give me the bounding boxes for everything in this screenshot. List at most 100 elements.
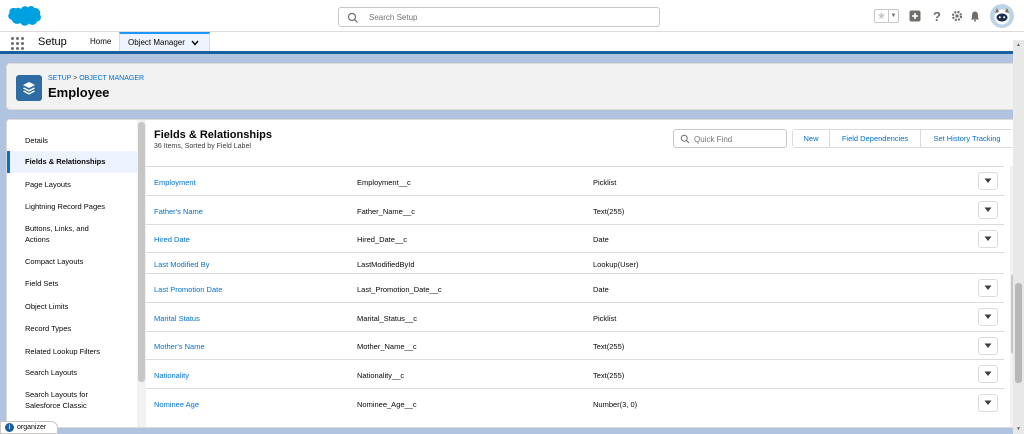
page-scrollbar-thumb[interactable]	[1015, 283, 1022, 383]
help-icon[interactable]: ?	[930, 9, 944, 24]
organizer-extension-tab[interactable]: i organizer	[0, 421, 58, 434]
field-label-link[interactable]: Last Modified By	[154, 260, 209, 269]
sidebar-item-lightning-record-pages[interactable]: Lightning Record Pages	[7, 201, 137, 212]
row-actions-dropdown-button[interactable]	[978, 365, 998, 383]
page-title: Employee	[48, 85, 110, 100]
chevron-down-icon	[984, 285, 992, 290]
field-api-name: Nationality__c	[357, 371, 405, 380]
search-setup-input[interactable]	[369, 11, 649, 24]
field-api-name: Mother_Name__c	[357, 342, 417, 351]
table-row: Hired Date Hired_Date__c Date	[146, 224, 1004, 252]
tab-object-manager-label: Object Manager	[128, 38, 185, 47]
main-panel: Details Fields & Relationships Page Layo…	[6, 119, 1019, 428]
row-actions-dropdown-button[interactable]	[978, 308, 998, 326]
star-icon[interactable]: ★	[875, 10, 888, 22]
scroll-up-arrow-icon[interactable]: ▲	[1015, 42, 1022, 48]
global-header: ★ ▼ ?	[0, 0, 1024, 32]
organizer-label: organizer	[17, 424, 47, 431]
field-label-link[interactable]: Last Promotion Date	[154, 285, 222, 294]
section-subtitle: 36 Items, Sorted by Field Label	[154, 143, 251, 150]
chevron-down-icon	[984, 371, 992, 376]
organizer-logo-icon: i	[5, 423, 14, 432]
chevron-down-icon[interactable]: ▼	[888, 10, 898, 22]
sidebar-item-related-lookup-filters[interactable]: Related Lookup Filters	[7, 346, 137, 357]
field-label-link[interactable]: Father's Name	[154, 207, 203, 216]
field-data-type: Picklist	[593, 314, 617, 323]
nav-bar: Setup Home Object Manager	[0, 32, 1024, 54]
object-header: SETUP > OBJECT MANAGER Employee	[6, 63, 1019, 110]
object-sidebar: Details Fields & Relationships Page Layo…	[7, 120, 137, 427]
search-setup-field[interactable]	[338, 7, 660, 27]
field-data-type: Picklist	[593, 178, 617, 187]
add-icon[interactable]	[908, 9, 922, 23]
row-actions-dropdown-button[interactable]	[978, 337, 998, 355]
table-row: Employment Employment__c Picklist	[146, 166, 1004, 195]
sidebar-item-record-types[interactable]: Record Types	[7, 323, 137, 334]
app-launcher-icon[interactable]	[11, 37, 24, 50]
fields-button-group: New Field Dependencies Set History Track…	[792, 129, 1014, 148]
search-icon	[347, 12, 358, 23]
sidebar-item-search-layouts-classic[interactable]: Search Layouts for Salesforce Classic	[7, 389, 117, 411]
app-name: Setup	[38, 36, 67, 48]
chevron-down-icon	[984, 400, 992, 405]
sidebar-item-field-sets[interactable]: Field Sets	[7, 278, 137, 289]
row-actions-dropdown-button[interactable]	[978, 279, 998, 297]
field-api-name: Last_Promotion_Date__c	[357, 285, 442, 294]
field-data-type: Number(3, 0)	[593, 400, 638, 409]
salesforce-logo-icon[interactable]	[6, 4, 42, 29]
field-label-link[interactable]: Mother's Name	[154, 342, 205, 351]
field-api-name: Nominee_Age__c	[357, 400, 417, 409]
field-data-type: Date	[593, 235, 609, 244]
tab-object-manager[interactable]: Object Manager	[119, 32, 210, 51]
table-row: Father's Name Father_Name__c Text(255)	[146, 195, 1004, 224]
chevron-down-icon	[984, 314, 992, 319]
scroll-down-arrow-icon[interactable]: ▼	[1015, 426, 1022, 432]
field-api-name: Hired_Date__c	[357, 235, 408, 244]
field-api-name: Employment__c	[357, 178, 411, 187]
field-label-link[interactable]: Hired Date	[154, 235, 190, 244]
favorites-group[interactable]: ★ ▼	[874, 9, 899, 23]
quick-find-field[interactable]	[673, 129, 787, 148]
breadcrumb-setup-link[interactable]: SETUP	[48, 75, 71, 82]
row-actions-dropdown-button[interactable]	[978, 394, 998, 412]
sidebar-item-buttons-links-actions[interactable]: Buttons, Links, and Actions	[7, 223, 107, 245]
fields-content: Fields & Relationships 36 Items, Sorted …	[146, 120, 1014, 427]
table-row: Last Promotion Date Last_Promotion_Date__…	[146, 273, 1004, 302]
tab-home[interactable]: Home	[82, 32, 119, 51]
chevron-down-icon	[984, 207, 992, 212]
gear-icon[interactable]	[950, 9, 964, 23]
field-label-link[interactable]: Marital Status	[154, 314, 200, 323]
row-actions-dropdown-button[interactable]	[978, 201, 998, 219]
chevron-down-icon[interactable]	[191, 40, 199, 46]
sidebar-item-fields-relationships[interactable]: Fields & Relationships	[7, 151, 137, 173]
table-row: Marital Status Marital_Status__c Picklist	[146, 302, 1004, 331]
sidebar-item-compact-layouts[interactable]: Compact Layouts	[7, 256, 137, 267]
new-button[interactable]: New	[793, 130, 830, 147]
row-actions-dropdown-button[interactable]	[978, 172, 998, 190]
page-scrollbar[interactable]: ▲ ▼	[1013, 40, 1024, 434]
bell-icon[interactable]	[968, 9, 982, 23]
field-data-type: Text(255)	[593, 371, 625, 380]
row-actions-dropdown-button[interactable]	[978, 230, 998, 248]
field-label-link[interactable]: Employment	[154, 178, 196, 187]
field-label-link[interactable]: Nominee Age	[154, 400, 199, 409]
sidebar-item-page-layouts[interactable]: Page Layouts	[7, 179, 137, 190]
section-title: Fields & Relationships	[154, 129, 272, 141]
quick-find-input[interactable]	[694, 133, 782, 145]
field-dependencies-button[interactable]: Field Dependencies	[830, 130, 921, 147]
table-row: Mother's Name Mother_Name__c Text(255)	[146, 331, 1004, 359]
sidebar-item-search-layouts[interactable]: Search Layouts	[7, 367, 137, 378]
field-label-link[interactable]: Nationality	[154, 371, 189, 380]
sidebar-scrollbar-thumb[interactable]	[138, 122, 145, 382]
breadcrumb-object-manager-link[interactable]: OBJECT MANAGER	[79, 75, 144, 82]
field-api-name: LastModifiedById	[357, 260, 415, 269]
sidebar-item-details[interactable]: Details	[7, 135, 137, 146]
set-history-tracking-button[interactable]: Set History Tracking	[921, 130, 1013, 147]
user-avatar[interactable]	[990, 4, 1014, 28]
breadcrumb-separator: >	[73, 75, 78, 82]
breadcrumb: SETUP > OBJECT MANAGER	[48, 75, 144, 82]
chevron-down-icon	[984, 178, 992, 183]
sidebar-scrollbar[interactable]	[137, 120, 146, 427]
sidebar-item-object-limits[interactable]: Object Limits	[7, 301, 137, 312]
field-api-name: Father_Name__c	[357, 207, 415, 216]
